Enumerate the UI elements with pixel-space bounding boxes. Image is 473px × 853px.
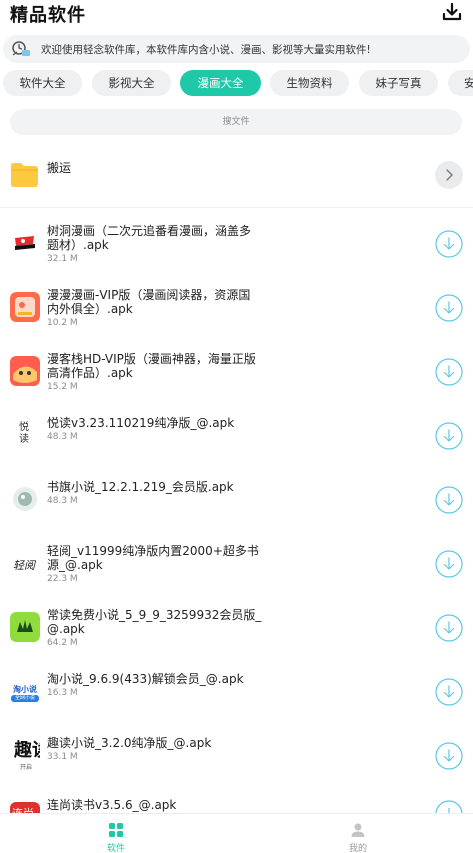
file-row[interactable]: 连尚 连尚读书v3.5.6_@.apk	[0, 798, 473, 813]
download-button-icon[interactable]	[435, 486, 463, 514]
manman-app-icon	[10, 292, 40, 322]
file-size: 48.3 M	[47, 496, 78, 506]
file-name: 淘小说_9.6.9(433)解锁会员_@.apk	[47, 672, 244, 686]
file-name: 常读免费小说_5_9_9_3259932会员版_@.apk	[47, 608, 262, 636]
tab-software[interactable]: 软件大全	[3, 70, 82, 96]
yuedu-app-icon: 悦读	[10, 420, 40, 450]
file-name: 书旗小说_12.2.1.219_会员版.apk	[47, 480, 234, 494]
search-input[interactable]: 搜文件	[10, 109, 462, 135]
file-row[interactable]: 书旗小说_12.2.1.219_会员版.apk 48.3 M	[0, 480, 473, 544]
file-size: 32.1 M	[47, 254, 78, 264]
header: 精品软件	[0, 0, 473, 30]
file-size: 10.2 M	[47, 318, 78, 328]
shudong-app-icon	[10, 228, 40, 258]
file-size: 64.2 M	[47, 638, 78, 648]
user-icon	[351, 823, 365, 837]
bottom-nav: 软件 我的	[0, 813, 473, 853]
category-tabs: 软件大全 影视大全 漫画大全 生物资料 妹子写真 安	[0, 70, 473, 98]
lianshang-app-icon: 连尚	[10, 802, 40, 813]
mankezhan-app-icon	[10, 356, 40, 386]
yuedu-icon-text: 悦读	[19, 422, 29, 445]
file-name: 连尚读书v3.5.6_@.apk	[47, 798, 177, 812]
qudu-app-icon: 趣读 开启	[10, 740, 40, 770]
tab-video[interactable]: 影视大全	[92, 70, 171, 96]
announcement-bar[interactable]: 欢迎使用轻念软件库，本软件库内含小说、漫画、影视等大量实用软件!	[3, 35, 470, 63]
file-name: 趣读小说_3.2.0纯净版_@.apk	[47, 736, 212, 750]
nav-label: 软件	[106, 844, 125, 853]
qingyue-app-icon: 轻阅	[10, 548, 40, 578]
folder-name: 搬运	[47, 161, 72, 175]
tab-biology[interactable]: 生物资料	[270, 70, 349, 96]
download-button-icon[interactable]	[435, 800, 463, 813]
folder-row[interactable]: 搬运	[0, 150, 473, 208]
file-name: 漫漫漫画-VIP版（漫画阅读器，资源国内外俱全）.apk	[47, 288, 251, 316]
file-row[interactable]: 悦读 悦读v3.23.110219纯净版_@.apk 48.3 M	[0, 416, 473, 480]
announcement-text: 欢迎使用轻念软件库，本软件库内含小说、漫画、影视等大量实用软件!	[41, 44, 371, 56]
tab-photos[interactable]: 妹子写真	[359, 70, 438, 96]
open-folder-button[interactable]	[435, 161, 463, 189]
download-button-icon[interactable]	[435, 230, 463, 258]
nav-mine[interactable]: 我的	[328, 814, 388, 853]
qingyue-icon-text: 轻阅	[13, 559, 35, 572]
file-row[interactable]: 轻阅 轻阅_v11999纯净版内置2000+超多书源_@.apk 22.3 M	[0, 544, 473, 608]
file-row[interactable]: 常读免费小说_5_9_9_3259932会员版_@.apk 64.2 M	[0, 608, 473, 672]
file-row[interactable]: 树洞漫画（二次元追番看漫画，涵盖多题材）.apk 32.1 M	[0, 224, 473, 288]
page-title: 精品软件	[10, 5, 86, 26]
download-button-icon[interactable]	[435, 422, 463, 450]
nav-label: 我的	[348, 844, 367, 853]
file-name: 轻阅_v11999纯净版内置2000+超多书源_@.apk	[47, 544, 259, 572]
taoxiaoshuo-icon-subtext: 全网小说	[11, 695, 39, 702]
file-row[interactable]: 趣读 开启 趣读小说_3.2.0纯净版_@.apk 33.1 M	[0, 736, 473, 800]
lianshang-icon-text: 连尚	[12, 805, 34, 813]
file-name: 漫客栈HD-VIP版（漫画神器，海量正版高清作品）.apk	[47, 352, 256, 380]
download-button-icon[interactable]	[435, 742, 463, 770]
tab-more[interactable]: 安	[448, 70, 473, 96]
download-button-icon[interactable]	[435, 550, 463, 578]
file-size: 15.2 M	[47, 382, 78, 392]
announcement-icon	[12, 41, 30, 56]
file-size: 22.3 M	[47, 574, 78, 584]
file-row[interactable]: 漫漫漫画-VIP版（漫画阅读器，资源国内外俱全）.apk 10.2 M	[0, 288, 473, 352]
file-row[interactable]: 淘小说 全网小说 淘小说_9.6.9(433)解锁会员_@.apk 16.3 M	[0, 672, 473, 736]
file-size: 33.1 M	[47, 752, 78, 762]
tab-comics[interactable]: 漫画大全	[180, 70, 261, 96]
download-icon[interactable]	[441, 1, 463, 23]
download-button-icon[interactable]	[435, 294, 463, 322]
download-button-icon[interactable]	[435, 678, 463, 706]
shuqi-app-icon	[10, 484, 40, 514]
changdu-app-icon	[10, 612, 40, 642]
folder-icon	[11, 163, 38, 187]
file-name: 悦读v3.23.110219纯净版_@.apk	[47, 416, 235, 430]
file-size: 48.3 M	[47, 432, 78, 442]
download-button-icon[interactable]	[435, 358, 463, 386]
file-size: 16.3 M	[47, 688, 78, 698]
qudu-icon-text: 趣读	[14, 740, 40, 761]
chevron-right-icon	[446, 169, 453, 181]
taoxiaoshuo-app-icon: 淘小说 全网小说	[10, 676, 40, 706]
download-button-icon[interactable]	[435, 614, 463, 642]
file-row[interactable]: 漫客栈HD-VIP版（漫画神器，海量正版高清作品）.apk 15.2 M	[0, 352, 473, 416]
nav-software[interactable]: 软件	[86, 814, 146, 853]
taoxiaoshuo-icon-text: 淘小说	[13, 685, 37, 694]
apps-grid-icon	[109, 823, 123, 837]
file-name: 树洞漫画（二次元追番看漫画，涵盖多题材）.apk	[47, 224, 252, 252]
qudu-icon-subtext: 开启	[20, 764, 33, 770]
